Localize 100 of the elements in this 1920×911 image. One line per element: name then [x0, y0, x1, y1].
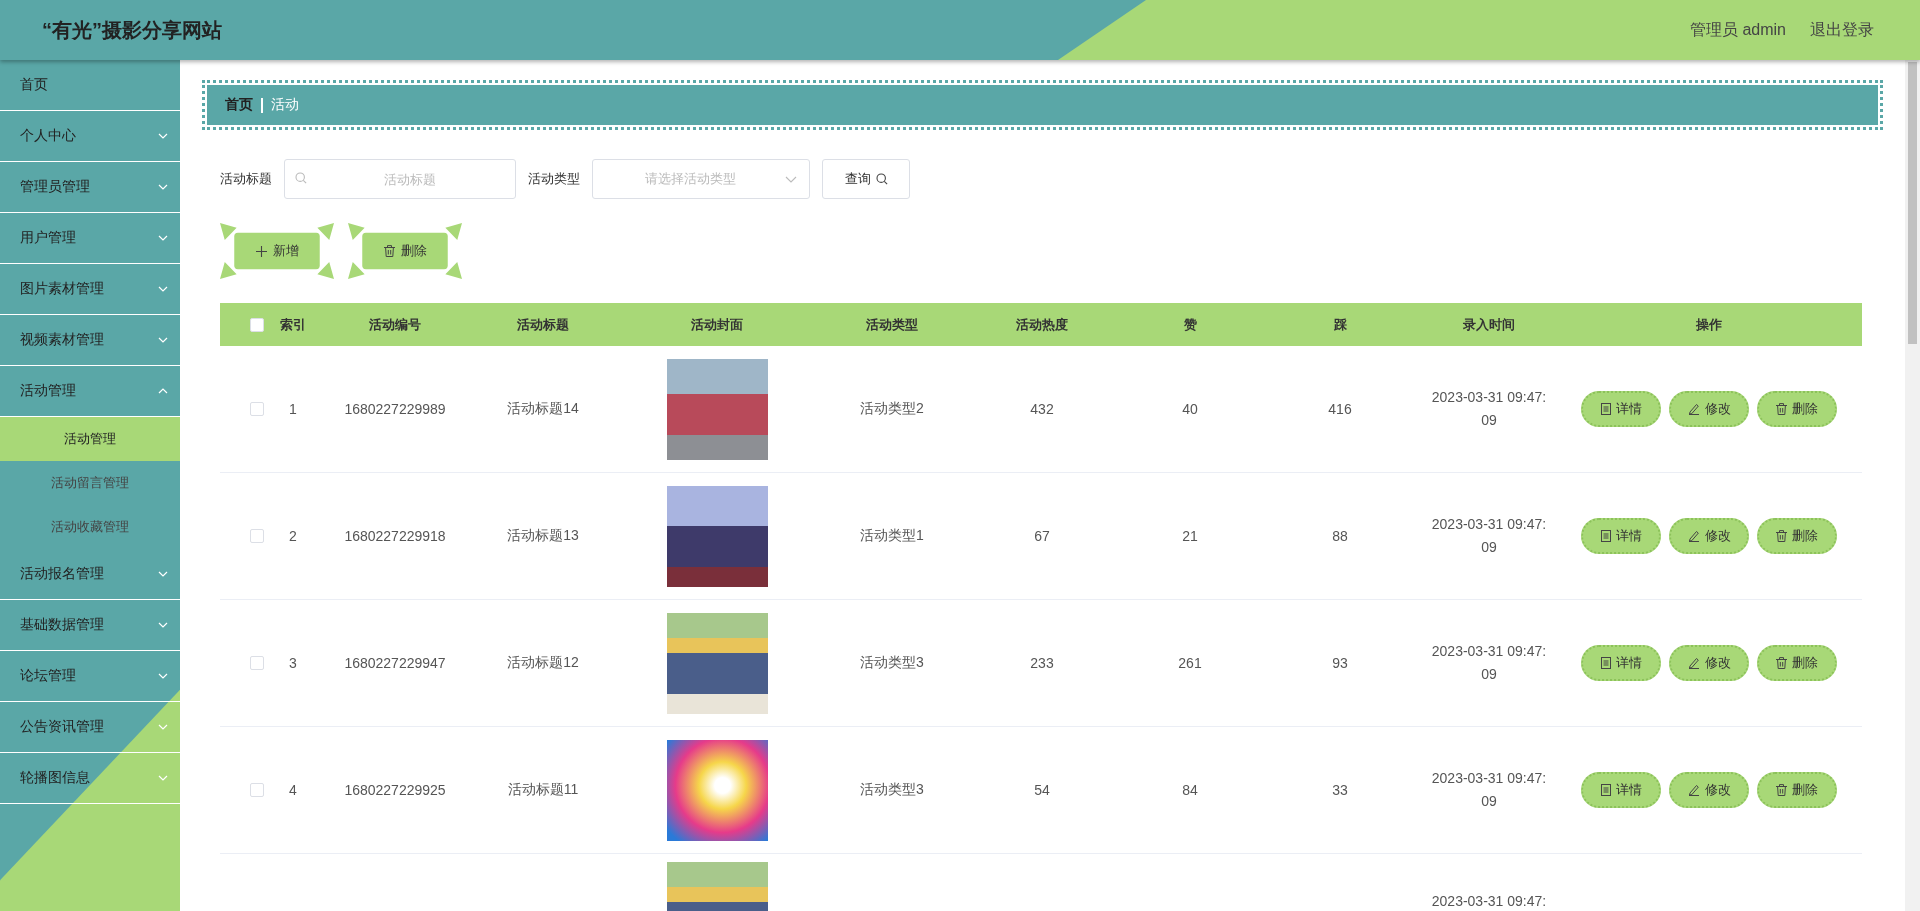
table-cell-text: 2023-03-31 09:47:09 — [1430, 642, 1548, 684]
pen-icon — [1687, 530, 1700, 542]
chevron-icon — [158, 133, 168, 139]
breadcrumb-link[interactable]: 首页 — [225, 96, 253, 114]
table-cell: 67 — [1034, 528, 1050, 544]
sidebar-item[interactable]: 轮播图信息 — [0, 753, 180, 804]
sidebar-item[interactable]: 图片素材管理 — [0, 264, 180, 315]
table-cell: 活动标题13 — [507, 527, 579, 545]
table-cell: 40 — [1182, 401, 1198, 417]
table-cell: 54 — [1034, 782, 1050, 798]
table-cell: 1680227229918 — [344, 528, 446, 544]
delete-button[interactable]: 删除 — [1757, 391, 1837, 427]
sidebar-item[interactable]: 活动报名管理 — [0, 549, 180, 600]
title-search-field[interactable]: 活动标题 — [284, 159, 516, 199]
chevron-icon — [158, 622, 168, 628]
sidebar-item[interactable]: 首页 — [0, 60, 180, 111]
table-cell: 84 — [1182, 782, 1198, 798]
add-button[interactable]: 新增 — [220, 223, 334, 279]
filter-label: 活动类型 — [528, 170, 580, 188]
trash-icon — [1776, 784, 1787, 796]
sidebar-item[interactable]: 个人中心 — [0, 111, 180, 162]
scrollbar[interactable] — [1905, 60, 1920, 911]
checkbox[interactable] — [250, 317, 264, 332]
pen-icon — [1687, 657, 1700, 669]
table-cell: 活动标题12 — [507, 654, 579, 672]
table-cell-text: 2023-03-31 09:47:09 — [1430, 388, 1548, 430]
details-button[interactable]: 详情 — [1581, 772, 1661, 808]
column-header: 活动封面 — [691, 315, 743, 334]
admin-username: 管理员 admin — [1689, 19, 1786, 40]
chevron-icon — [785, 175, 797, 183]
checkbox[interactable] — [250, 656, 264, 670]
edit-button[interactable]: 修改 — [1669, 518, 1749, 554]
table-cell: 4 — [289, 782, 297, 798]
document-icon — [1600, 530, 1611, 542]
sidebar-item[interactable]: 用户管理 — [0, 213, 180, 264]
column-header: 活动热度 — [1016, 315, 1068, 334]
checkbox[interactable] — [250, 402, 264, 416]
column-header: 赞 — [1183, 315, 1197, 334]
edit-button[interactable]: 修改 — [1669, 391, 1749, 427]
column-header: 操作 — [1696, 315, 1722, 334]
trash-icon — [1776, 403, 1787, 415]
table-cell: 活动类型1 — [860, 527, 924, 545]
table-cell: 416 — [1328, 401, 1352, 417]
table-cell: 1680227229947 — [344, 655, 446, 671]
details-button[interactable]: 详情 — [1581, 518, 1661, 554]
chevron-icon — [158, 286, 168, 292]
logout-link[interactable]: 退出登录 — [1810, 19, 1874, 41]
checkbox[interactable] — [250, 529, 264, 543]
table-cell: 活动类型2 — [860, 400, 924, 418]
document-icon — [1600, 784, 1611, 796]
table-cell: 1680227229989 — [344, 401, 446, 417]
table-cell: 261 — [1178, 655, 1202, 671]
sidebar-item[interactable]: 视频素材管理 — [0, 315, 180, 366]
checkbox[interactable] — [250, 783, 264, 797]
table-cell-text: 2023-03-31 09:47:09 — [1430, 769, 1548, 811]
delete-button[interactable]: 删除 — [348, 223, 462, 279]
column-header: 活动类型 — [866, 315, 918, 334]
table-cell: 2 — [289, 528, 297, 544]
sidebar-item[interactable]: 论坛管理 — [0, 651, 180, 702]
edit-button[interactable]: 修改 — [1669, 645, 1749, 681]
table-cell-text: 2023-03-31 09:47:09 — [1430, 515, 1548, 557]
trash-icon — [1776, 657, 1787, 669]
trash-icon — [1776, 530, 1787, 542]
sidebar-item[interactable]: 管理员管理 — [0, 162, 180, 213]
document-icon — [1600, 657, 1611, 669]
table-cell: 1680227229925 — [344, 782, 446, 798]
table-cell: 21 — [1182, 528, 1198, 544]
site-title: “有光”摄影分享网站 — [42, 17, 222, 43]
sidebar-item[interactable]: 基础数据管理 — [0, 600, 180, 651]
trash-icon — [383, 245, 395, 257]
chevron-icon — [158, 388, 168, 394]
table-cell: 93 — [1332, 655, 1348, 671]
table-cell-text: 2023-03-31 09:47: — [1430, 892, 1548, 911]
details-button[interactable]: 详情 — [1581, 645, 1661, 681]
plus-icon — [255, 245, 267, 257]
search-button[interactable]: 查询 — [822, 159, 910, 199]
sidebar-subitem[interactable]: 活动管理 — [0, 417, 180, 461]
column-header: 活动标题 — [517, 315, 569, 334]
sidebar-item[interactable]: 公告资讯管理 — [0, 702, 180, 753]
column-header: 踩 — [1333, 315, 1347, 334]
delete-button[interactable]: 删除 — [1757, 645, 1837, 681]
chevron-icon — [158, 724, 168, 730]
chevron-icon — [158, 235, 168, 241]
delete-button[interactable]: 删除 — [1757, 772, 1837, 808]
table-cell: 活动类型3 — [860, 654, 924, 672]
chevron-icon — [158, 337, 168, 343]
column-header: 索引 — [280, 315, 306, 334]
table-cell: 活动标题11 — [507, 781, 579, 799]
document-icon — [1600, 403, 1611, 415]
edit-button[interactable]: 修改 — [1669, 772, 1749, 808]
chevron-icon — [158, 673, 168, 679]
table-cell: 33 — [1332, 782, 1348, 798]
sidebar-subitem[interactable]: 活动收藏管理 — [0, 505, 180, 549]
table-cell: 活动类型3 — [860, 781, 924, 799]
pen-icon — [1687, 403, 1700, 415]
details-button[interactable]: 详情 — [1581, 391, 1661, 427]
delete-button[interactable]: 删除 — [1757, 518, 1837, 554]
table-cell: 432 — [1030, 401, 1054, 417]
sidebar-subitem[interactable]: 活动留言管理 — [0, 461, 180, 505]
table-cell: 233 — [1030, 655, 1054, 671]
